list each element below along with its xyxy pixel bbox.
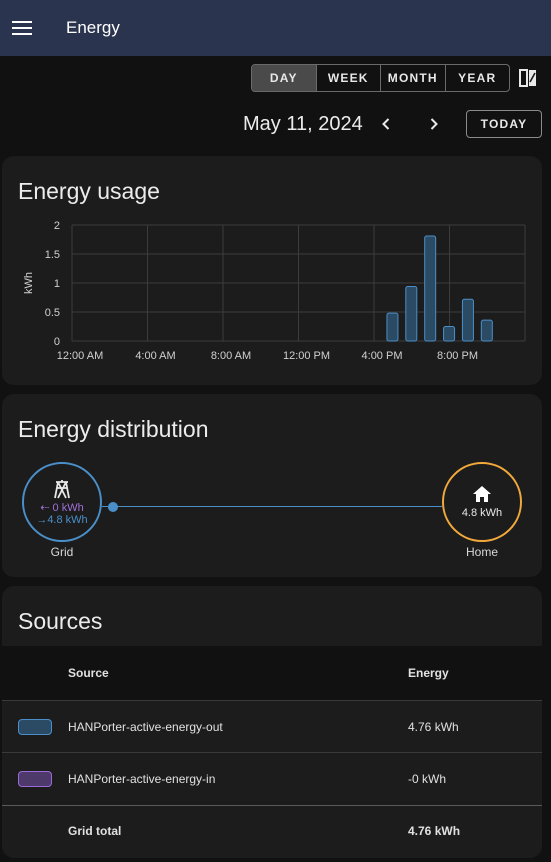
y-tick-label: 0.5 (45, 307, 60, 319)
grid-import-value: ⇠ 0 kWh (40, 501, 84, 514)
y-tick-label: 2 (54, 220, 60, 232)
column-header-energy[interactable]: Energy (408, 666, 542, 680)
period-year-button[interactable]: YEAR (446, 65, 510, 91)
source-name: HANPorter-active-energy-out (68, 719, 223, 734)
sources-card: Sources Source Energy HANPorter-active-e… (2, 586, 542, 858)
x-tick-label: 4:00 PM (362, 350, 403, 362)
home-value: 4.8 kWh (461, 507, 503, 519)
table-row: HANPorter-active-energy-out 4.76 kWh (2, 701, 542, 753)
card-title: Energy distribution (18, 416, 209, 442)
source-energy: -0 kWh (408, 772, 447, 786)
chevron-left-icon[interactable] (374, 112, 398, 136)
flow-dot (108, 502, 118, 512)
top-app-bar: Energy (0, 0, 551, 56)
source-energy: 4.76 kWh (408, 719, 459, 734)
total-energy: 4.76 kWh (408, 823, 461, 838)
column-header-source[interactable]: Source (68, 666, 408, 680)
x-tick-label: 4:00 AM (135, 350, 175, 362)
home-node[interactable]: 4.8 kWh (442, 462, 522, 542)
transmission-tower-icon (54, 479, 70, 498)
period-day-button[interactable]: DAY (252, 65, 317, 91)
energy-distribution-card: Energy distribution ⇠ 0 kWh →4.8 kWh Gri… (2, 394, 542, 577)
grid-node[interactable]: ⇠ 0 kWh →4.8 kWh (22, 462, 102, 542)
today-button[interactable]: TODAY (466, 110, 542, 138)
grid-label: Grid (50, 545, 74, 559)
x-tick-label: 12:00 AM (57, 350, 103, 362)
chevron-right-icon[interactable] (422, 112, 446, 136)
home-icon (473, 486, 491, 502)
table-row: HANPorter-active-energy-in -0 kWh (2, 753, 542, 805)
bar (480, 319, 493, 342)
bar (405, 285, 418, 342)
period-month-button[interactable]: MONTH (381, 65, 446, 91)
table-header: Source Energy (2, 646, 542, 701)
energy-usage-chart: 0 0.5 1 1.5 2 12:00 AM 4:00 AM 8:00 AM 12:00 PM 4… (23, 220, 526, 362)
total-label: Grid total (68, 823, 122, 838)
color-swatch (18, 718, 52, 735)
x-tick-label: 12:00 PM (283, 350, 330, 362)
y-tick-label: 0 (54, 336, 60, 348)
x-tick-label: 8:00 AM (211, 350, 251, 362)
page-title: Energy (66, 18, 120, 37)
grid-export-value: →4.8 kWh (36, 513, 88, 526)
table-total-row: Grid total 4.76 kWh (2, 805, 542, 855)
y-tick-label: 1.5 (45, 249, 60, 261)
date-label: May 11, 2024 (243, 113, 363, 135)
period-week-button[interactable]: WEEK (317, 65, 381, 91)
bar (424, 235, 437, 342)
x-tick-label: 8:00 PM (437, 350, 478, 362)
home-label: Home (465, 545, 498, 559)
energy-usage-card: Energy usage 0 0.5 1 1.5 2 12:00 AM 4:00 AM 8:0… (2, 156, 542, 385)
bar (443, 326, 456, 342)
period-selector: DAY WEEK MONTH YEAR (251, 64, 510, 92)
menu-icon[interactable] (0, 6, 44, 50)
sources-table: Source Energy HANPorter-active-energy-ou… (2, 646, 542, 855)
bar (386, 312, 399, 342)
grid-to-home-flow-line (102, 506, 442, 507)
card-title: Sources (18, 608, 103, 634)
y-tick-label: 1 (54, 278, 60, 290)
compare-icon[interactable] (517, 67, 539, 89)
bar (461, 298, 474, 342)
source-name: HANPorter-active-energy-in (68, 772, 216, 786)
y-axis-label: kWh (23, 272, 35, 294)
color-swatch (18, 771, 52, 787)
